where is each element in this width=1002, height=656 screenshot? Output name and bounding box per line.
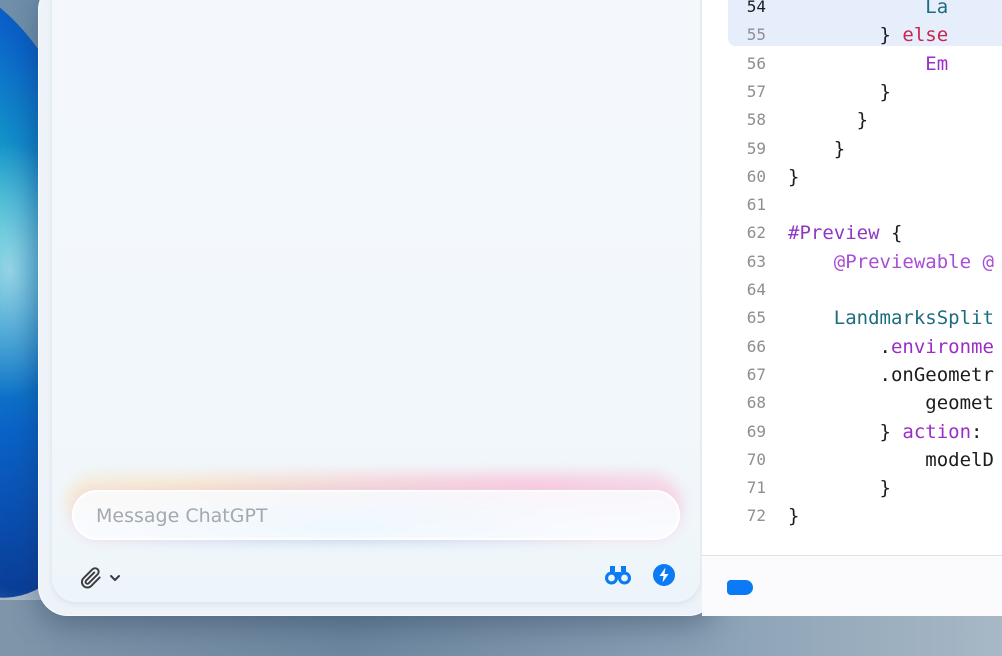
code-line[interactable]: 64: [702, 276, 1002, 304]
line-code: }: [788, 135, 845, 163]
message-composer[interactable]: [72, 490, 680, 540]
line-code: }: [788, 106, 868, 134]
code-line[interactable]: 58 }: [702, 106, 1002, 134]
code-line[interactable]: 71 }: [702, 474, 1002, 502]
lightning-bolt-icon: [652, 563, 676, 591]
code-line[interactable]: 54 La: [702, 0, 1002, 21]
line-code: }: [788, 163, 799, 191]
code-token: }: [788, 505, 800, 528]
line-number: 56: [746, 53, 766, 73]
code-line[interactable]: 60}: [702, 163, 1002, 191]
editor-bottom-bar: [702, 555, 1002, 616]
line-number: 72: [746, 506, 766, 526]
line-code: }: [788, 502, 799, 530]
code-line[interactable]: 56 Em: [702, 50, 1002, 78]
code-line[interactable]: 67 .onGeometr: [702, 361, 1002, 389]
line-code: Em: [788, 50, 948, 78]
code-token: }: [788, 165, 800, 188]
line-code: @Previewable @: [788, 248, 994, 276]
code-token: #Preview: [788, 222, 880, 245]
code-token: }: [788, 109, 869, 132]
line-number: 61: [746, 195, 766, 215]
code-token: }: [788, 420, 903, 443]
line-number: 70: [746, 449, 766, 469]
line-number: 67: [746, 364, 766, 384]
line-code: modelD: [788, 446, 994, 474]
code-line[interactable]: 68 geomet: [702, 389, 1002, 417]
line-number: 57: [746, 81, 766, 101]
line-number: 66: [746, 336, 766, 356]
code-token: La: [788, 0, 949, 18]
line-number: 59: [746, 138, 766, 158]
code-line[interactable]: 57 }: [702, 78, 1002, 106]
code-token: action: [902, 420, 972, 443]
code-token: }: [788, 80, 891, 103]
composer-tools: [604, 563, 678, 591]
line-code: } else: [788, 21, 949, 49]
line-code: .environme: [788, 333, 994, 361]
code-token: }: [788, 24, 903, 47]
line-number: 65: [746, 308, 766, 328]
binoculars-icon: [604, 564, 632, 590]
reason-button[interactable]: [650, 563, 678, 591]
line-code: }: [788, 474, 891, 502]
line-code: #Preview {: [788, 219, 902, 247]
tag-icon[interactable]: [727, 580, 753, 595]
message-input[interactable]: [94, 492, 658, 540]
code-token: .onGeometr: [788, 363, 994, 386]
line-number: 71: [746, 478, 766, 498]
code-line[interactable]: 63 @Previewable @: [702, 248, 1002, 276]
code-token: @Previewable @: [833, 250, 994, 273]
paperclip-icon: [78, 565, 104, 591]
line-number: 63: [746, 251, 766, 271]
code-token: else: [902, 24, 949, 47]
code-token: }: [788, 477, 891, 500]
line-number: 58: [746, 110, 766, 130]
line-code: }: [788, 78, 891, 106]
code-line[interactable]: 59 }: [702, 135, 1002, 163]
search-button[interactable]: [604, 563, 632, 591]
code-token: environme: [890, 335, 994, 358]
code-line[interactable]: 55 } else: [702, 21, 1002, 49]
chatgpt-window: [38, 0, 718, 616]
code-line[interactable]: 61: [702, 191, 1002, 219]
line-number: 69: [746, 421, 766, 441]
code-line[interactable]: 72}: [702, 502, 1002, 530]
line-number: 55: [746, 25, 766, 45]
chevron-down-icon: [108, 571, 122, 585]
code-line[interactable]: 62 #Preview {: [702, 219, 1002, 247]
line-number: 64: [746, 280, 766, 299]
code-token: modelD: [788, 448, 994, 471]
code-token: .: [788, 335, 891, 358]
line-code: geomet: [788, 389, 994, 417]
code-line[interactable]: 69 } action:: [702, 418, 1002, 446]
code-token: LandmarksSplit: [833, 307, 994, 330]
line-number: 60: [746, 166, 766, 186]
line-code: La: [788, 0, 948, 21]
code-token: Em: [925, 52, 949, 75]
code-editor[interactable]: 54 La 55 } else 56 Em 57 } 58 } 59 } 60} 61 62 #P…: [702, 0, 1002, 616]
code-line[interactable]: 66 .environme: [702, 333, 1002, 361]
attach-button[interactable]: [78, 564, 122, 592]
line-code: } action:: [788, 418, 983, 446]
code-token: }: [788, 137, 846, 160]
code-token: geomet: [788, 392, 994, 415]
code-line[interactable]: 70 modelD: [702, 446, 1002, 474]
code-token: :: [971, 420, 983, 443]
line-code: LandmarksSplit: [788, 304, 994, 332]
line-code: .onGeometr: [788, 361, 994, 389]
code-line[interactable]: 65 LandmarksSplit: [702, 304, 1002, 332]
line-number: 68: [746, 393, 766, 413]
code-token: {: [879, 222, 903, 245]
line-number: 62: [746, 223, 766, 243]
line-number: 54: [746, 0, 766, 16]
